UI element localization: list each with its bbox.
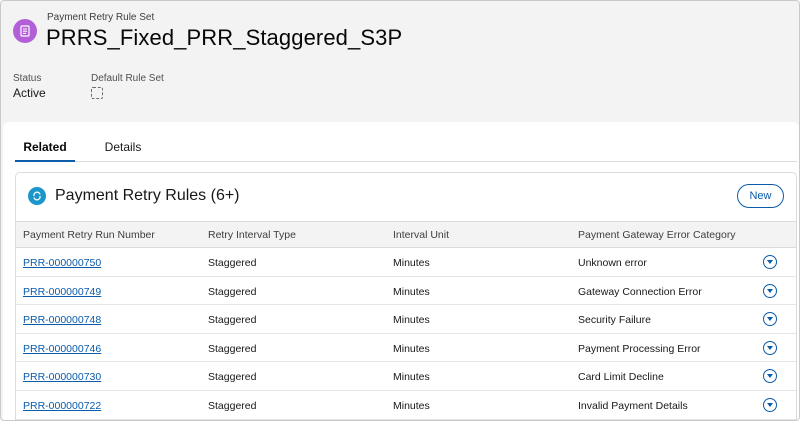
- record-header: Payment Retry Rule Set PRRS_Fixed_PRR_St…: [1, 1, 799, 123]
- tab-details[interactable]: Details: [95, 138, 151, 162]
- chevron-down-icon: [767, 260, 773, 264]
- row-error-category: Gateway Connection Error: [578, 285, 702, 298]
- new-button[interactable]: New: [737, 184, 784, 208]
- payment-retry-rules-table: Payment Retry Run Number Retry Interval …: [16, 221, 796, 420]
- row-error-category: Payment Processing Error: [578, 342, 701, 355]
- column-header-interval-type[interactable]: Retry Interval Type: [208, 229, 296, 241]
- table-row: PRR-000000750 Staggered Minutes Unknown …: [16, 248, 796, 277]
- row-error-category: Invalid Payment Details: [578, 399, 688, 412]
- table-row: PRR-000000748 Staggered Minutes Security…: [16, 305, 796, 334]
- table-row: PRR-000000746 Staggered Minutes Payment …: [16, 334, 796, 363]
- column-header-error-category[interactable]: Payment Gateway Error Category: [578, 229, 736, 241]
- row-number-link[interactable]: PRR-000000748: [23, 314, 101, 326]
- row-interval-unit: Minutes: [393, 399, 430, 412]
- row-actions-dropdown[interactable]: [763, 397, 777, 412]
- related-list-card: Payment Retry Rules (6+) New Payment Ret…: [15, 172, 797, 420]
- rule-set-icon: [13, 19, 37, 43]
- table-row: PRR-000000749 Staggered Minutes Gateway …: [16, 277, 796, 306]
- row-interval-type: Staggered: [208, 371, 257, 384]
- row-actions-dropdown[interactable]: [763, 255, 777, 269]
- object-label: Payment Retry Rule Set: [47, 12, 155, 23]
- row-number-link[interactable]: PRR-000000750: [23, 257, 101, 269]
- column-header-number[interactable]: Payment Retry Run Number: [23, 229, 155, 241]
- table-header: Payment Retry Run Number Retry Interval …: [16, 222, 796, 248]
- row-interval-type: Staggered: [208, 285, 257, 298]
- row-actions-dropdown[interactable]: [763, 312, 777, 327]
- row-actions-dropdown[interactable]: [763, 340, 777, 355]
- row-number-link[interactable]: PRR-000000746: [23, 343, 101, 355]
- row-interval-unit: Minutes: [393, 314, 430, 327]
- row-interval-unit: Minutes: [393, 342, 430, 355]
- tab-related[interactable]: Related: [15, 138, 75, 162]
- chevron-down-icon: [767, 374, 773, 379]
- row-error-category: Unknown error: [578, 257, 647, 269]
- unchecked-checkbox-icon: [91, 87, 103, 99]
- status-value: Active: [13, 86, 46, 100]
- column-header-interval-unit[interactable]: Interval Unit: [393, 229, 449, 241]
- row-interval-unit: Minutes: [393, 371, 430, 384]
- tab-bar: Related Details: [15, 138, 797, 162]
- main-content: Related Details Payment Retry Rules (6+)…: [3, 122, 799, 420]
- row-interval-type: Staggered: [208, 399, 257, 412]
- default-rule-set-label: Default Rule Set: [91, 73, 164, 84]
- chevron-down-icon: [767, 345, 773, 350]
- row-number-link[interactable]: PRR-000000730: [23, 371, 101, 383]
- row-interval-type: Staggered: [208, 314, 257, 327]
- row-actions-dropdown[interactable]: [763, 369, 777, 384]
- row-error-category: Card Limit Decline: [578, 371, 664, 384]
- row-interval-unit: Minutes: [393, 257, 430, 269]
- table-row: PRR-000000722 Staggered Minutes Invalid …: [16, 391, 796, 420]
- row-interval-type: Staggered: [208, 342, 257, 355]
- row-number-link[interactable]: PRR-000000722: [23, 400, 101, 412]
- table-row: PRR-000000730 Staggered Minutes Card Lim…: [16, 362, 796, 391]
- row-number-link[interactable]: PRR-000000749: [23, 286, 101, 298]
- record-title: PRRS_Fixed_PRR_Staggered_S3P: [46, 25, 403, 50]
- payment-retry-icon: [28, 187, 46, 205]
- row-error-category: Security Failure: [578, 314, 651, 327]
- chevron-down-icon: [767, 317, 773, 322]
- page-frame: Payment Retry Rule Set PRRS_Fixed_PRR_St…: [0, 0, 800, 421]
- status-label: Status: [13, 73, 42, 84]
- row-interval-unit: Minutes: [393, 285, 430, 298]
- related-list-title: Payment Retry Rules (6+): [55, 187, 240, 204]
- chevron-down-icon: [767, 288, 773, 293]
- chevron-down-icon: [767, 402, 773, 407]
- row-interval-type: Staggered: [208, 257, 257, 269]
- row-actions-dropdown[interactable]: [763, 283, 777, 298]
